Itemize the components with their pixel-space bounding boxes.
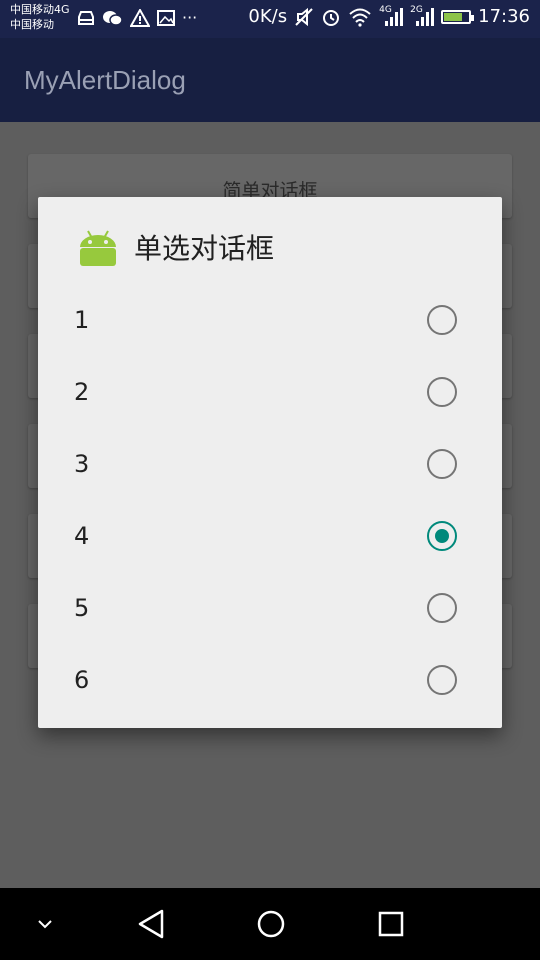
wechat-icon [103,10,123,26]
carrier-2: 中国移动 [10,18,54,31]
option-label: 3 [74,450,90,478]
single-choice-dialog: 单选对话框 1 2 3 4 5 6 [38,197,502,728]
option-item[interactable]: 2 [38,356,502,428]
signal-icon [385,7,404,26]
status-right: 0K/s 4G 2G 17:36 [248,5,530,28]
back-icon[interactable] [130,888,172,960]
alarm-icon [323,9,340,26]
warning-icon [130,8,150,27]
mute-icon [295,7,313,26]
net-speed: 0K/s [248,6,288,27]
navigation-bar [0,888,540,960]
android-icon [80,230,116,266]
clock: 17:36 [478,6,530,27]
option-item[interactable]: 3 [38,428,502,500]
radio-button-checked[interactable] [427,521,457,551]
home-icon[interactable] [250,888,292,960]
signal-icon [416,7,435,26]
option-item[interactable]: 4 [38,500,502,572]
radio-button[interactable] [427,377,457,407]
chevron-down-icon[interactable] [28,888,62,960]
option-label: 6 [74,666,90,694]
more-icon: ··· [182,8,198,27]
image-icon [157,9,175,26]
dialog-header: 单选对话框 [78,227,274,267]
app-title: MyAlertDialog [24,64,186,95]
radio-button[interactable] [427,449,457,479]
battery-icon [441,9,475,24]
option-item[interactable]: 1 [38,284,502,356]
radio-button[interactable] [427,665,457,695]
notification-icons: ··· [76,8,197,27]
option-label: 4 [74,522,90,550]
car-icon [78,10,94,25]
signal-4g: 4G [379,5,404,27]
dialog-title: 单选对话框 [134,232,275,265]
recents-icon[interactable] [370,888,412,960]
wifi-icon [349,8,371,27]
option-label: 2 [74,378,90,406]
option-item[interactable]: 6 [38,644,502,716]
carrier-1: 中国移动4G [10,3,70,16]
option-label: 1 [74,306,90,334]
status-bar: 中国移动4G 中国移动 ··· 0K/s 4G 2G 17:36 [0,0,540,38]
option-label: 5 [74,594,90,622]
radio-button[interactable] [427,305,457,335]
option-item[interactable]: 5 [38,572,502,644]
carrier-info: 中国移动4G 中国移动 [10,2,70,32]
signal-2g: 2G [410,5,435,27]
radio-button[interactable] [427,593,457,623]
app-bar: MyAlertDialog [0,38,540,122]
